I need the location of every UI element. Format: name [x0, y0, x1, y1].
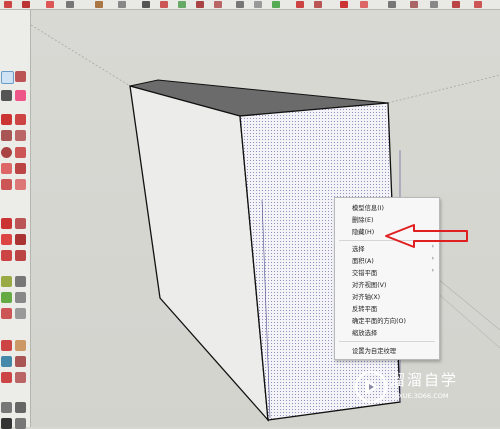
menu-item-zoom-selection[interactable]: 缩放选择: [352, 328, 377, 337]
submenu-arrow-icon: ›: [431, 243, 434, 250]
menu-item-entity-info[interactable]: 模型信息(I): [352, 203, 384, 212]
axis-line: [387, 74, 500, 104]
submenu-arrow-icon: ›: [431, 255, 434, 262]
menu-item-orient-faces[interactable]: 确定平面的方向(O): [352, 316, 406, 325]
watermark-text: 溜溜自学: [390, 371, 459, 389]
context-menu: 模型信息(I) 删除(E) 隐藏(H) 选择 › 面积(A) › 交错平面 › …: [334, 197, 440, 360]
menu-separator: [339, 341, 435, 342]
menu-item-align-view[interactable]: 对齐视图(V): [352, 280, 386, 289]
menu-separator: [339, 240, 435, 241]
watermark: 溜溜自学 ZIXUE.3D66.COM: [352, 363, 497, 413]
menu-item-align-axes[interactable]: 对齐轴(X): [352, 292, 380, 301]
menu-item-intersect-faces[interactable]: 交错平面: [352, 268, 377, 277]
watermark-url: ZIXUE.3D66.COM: [392, 392, 449, 400]
menu-item-erase[interactable]: 删除(E): [352, 215, 374, 224]
menu-item-select[interactable]: 选择: [352, 244, 365, 253]
menu-item-hide[interactable]: 隐藏(H): [352, 227, 374, 236]
menu-item-area[interactable]: 面积(A): [352, 256, 374, 265]
submenu-arrow-icon: ›: [431, 267, 434, 274]
menu-item-reverse-faces[interactable]: 反转平面: [352, 304, 377, 313]
menu-item-make-unique-texture[interactable]: 设置为自定纹理: [352, 346, 396, 355]
axis-line: [433, 289, 500, 349]
axis-line: [30, 24, 131, 87]
play-logo-icon: [354, 370, 388, 404]
